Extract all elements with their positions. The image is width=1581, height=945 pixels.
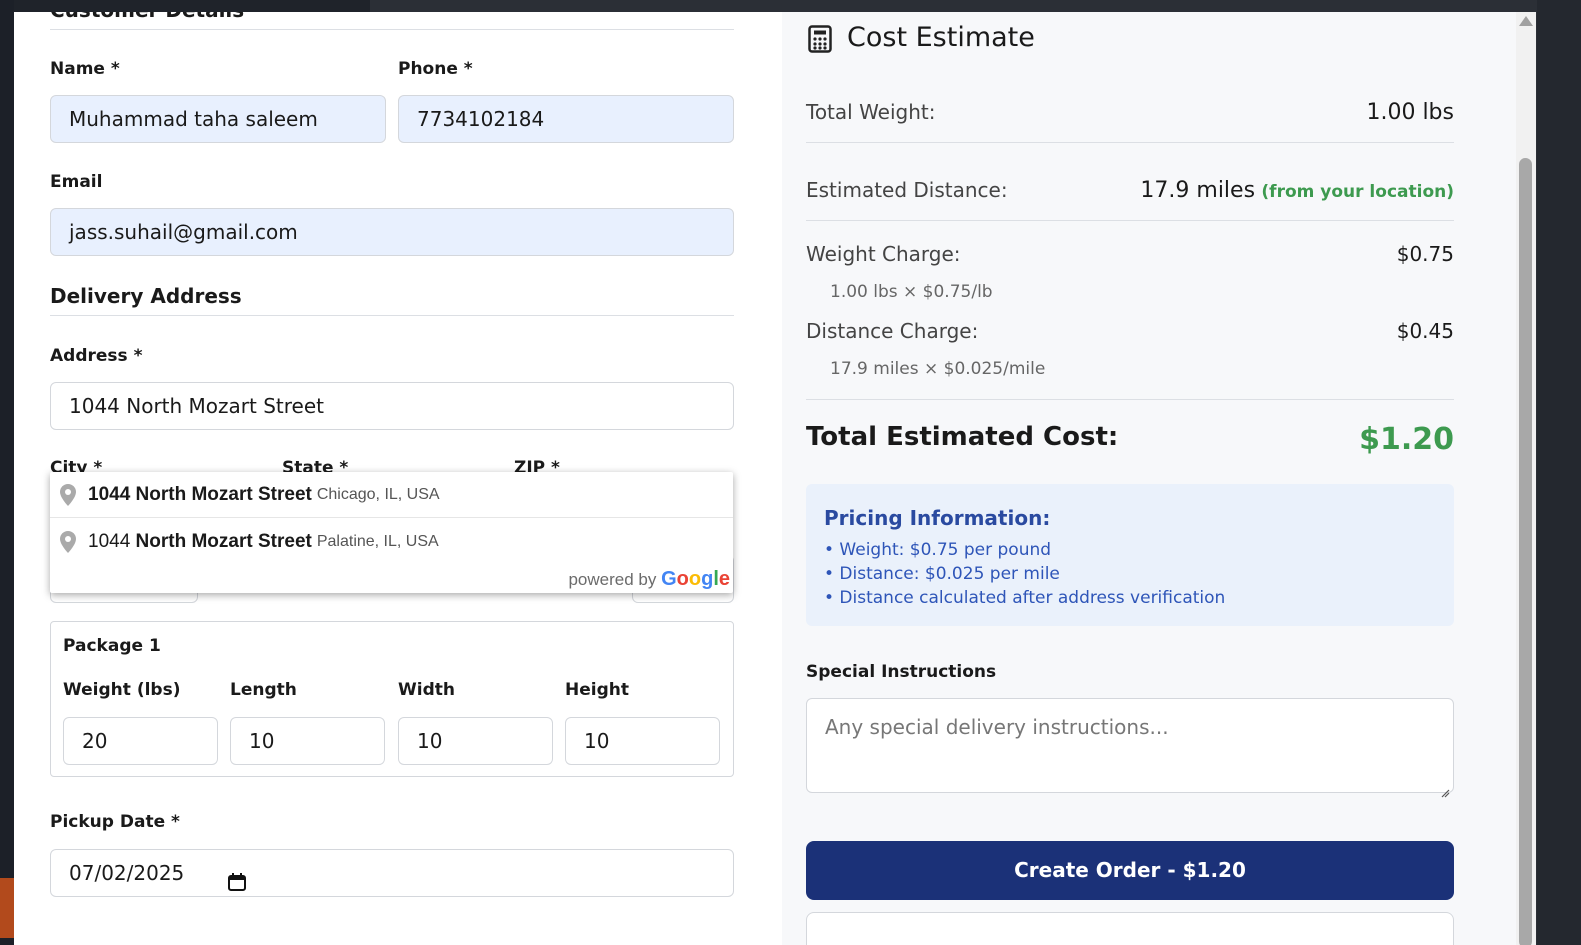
length-label: Length (230, 680, 297, 700)
special-instructions-textarea[interactable]: Any special delivery instructions... (806, 698, 1454, 798)
delivery-address-title: Delivery Address (50, 284, 242, 308)
divider (806, 142, 1454, 143)
distance-value: 17.9 miles (1140, 178, 1256, 203)
weight-charge-label: Weight Charge: (806, 242, 961, 266)
distance-charge-detail: 17.9 miles × $0.025/mile (830, 359, 1046, 379)
address-label: Address * (50, 346, 143, 366)
divider (50, 29, 734, 30)
weight-input[interactable]: 20 (63, 717, 218, 765)
distance-charge-value: $0.45 (1396, 319, 1454, 343)
pickup-date-value: 07/02/2025 (69, 861, 185, 885)
total-cost-row: Total Estimated Cost: $1.20 (806, 422, 1454, 462)
height-input[interactable]: 10 (565, 717, 720, 765)
address-field[interactable]: 1044 North Mozart Street (50, 382, 734, 430)
suggestion-secondary: Palatine, IL, USA (316, 533, 439, 550)
width-label: Width (398, 680, 455, 700)
background-header-strip (0, 0, 370, 12)
create-order-button[interactable]: Create Order - $1.20 (806, 841, 1454, 900)
name-label: Name * (50, 59, 120, 79)
pricing-info-line: • Weight: $0.75 per pound (824, 540, 1052, 560)
address-autocomplete-dropdown: 1044 North Mozart Street Chicago, IL, USA… (50, 472, 733, 593)
height-label: Height (565, 680, 629, 700)
google-logo: Google (661, 568, 730, 590)
pickup-date-label: Pickup Date * (50, 812, 180, 832)
phone-label: Phone * (398, 59, 473, 79)
pricing-info-line: • Distance calculated after address veri… (824, 588, 1226, 608)
suggestion-main: North Mozart Street (135, 531, 312, 552)
divider (806, 399, 1454, 400)
resize-handle-icon[interactable] (1440, 779, 1450, 798)
divider (50, 315, 734, 316)
distance-value-group: 17.9 miles (from your location) (1140, 178, 1454, 203)
package-card: Package 1 Weight (lbs) Length Width Heig… (50, 621, 734, 777)
pricing-info-line: • Distance: $0.025 per mile (824, 564, 1060, 584)
distance-note: (from your location) (1261, 182, 1454, 202)
width-input[interactable]: 10 (398, 717, 553, 765)
suggestion-prefix: 1044 (88, 531, 136, 552)
distance-row: Estimated Distance: 17.9 miles (from you… (806, 178, 1454, 208)
autocomplete-suggestion[interactable]: 1044 North Mozart Street Palatine, IL, US… (50, 519, 733, 565)
map-pin-icon (60, 484, 76, 512)
powered-by-google: powered by Google (568, 568, 730, 591)
background-sidebar-badge (0, 878, 14, 938)
suggestion-main: 1044 North Mozart Street (88, 483, 312, 505)
background-right-edge (1537, 0, 1581, 945)
weight-charge-value: $0.75 (1396, 242, 1454, 266)
package-title: Package 1 (63, 636, 161, 656)
total-weight-label: Total Weight: (806, 100, 936, 124)
total-weight-value: 1.00 lbs (1366, 100, 1454, 125)
scrollbar-thumb[interactable] (1519, 158, 1532, 945)
pricing-info-box: Pricing Information: • Weight: $0.75 per… (806, 484, 1454, 626)
scroll-up-arrow-icon[interactable] (1519, 16, 1533, 26)
phone-field[interactable]: 7734102184 (398, 95, 734, 143)
powered-by-text: powered by (568, 570, 657, 589)
pricing-info-title: Pricing Information: (824, 506, 1051, 530)
cost-estimate-title: Cost Estimate (847, 22, 1035, 53)
special-instructions-placeholder: Any special delivery instructions... (825, 715, 1169, 739)
length-input[interactable]: 10 (230, 717, 385, 765)
divider (806, 220, 1454, 221)
create-order-modal: Customer Details Name * Muhammad taha sa… (14, 12, 1536, 945)
cost-estimate-panel: Cost Estimate Total Weight: 1.00 lbs Est… (782, 12, 1518, 945)
special-instructions-label: Special Instructions (806, 662, 997, 682)
distance-charge-row: Distance Charge: $0.45 17.9 miles × $0.0… (806, 319, 1454, 379)
weight-charge-detail: 1.00 lbs × $0.75/lb (830, 282, 993, 302)
customer-details-title: Customer Details (50, 12, 244, 22)
cancel-button[interactable] (806, 912, 1454, 945)
distance-label: Estimated Distance: (806, 178, 1008, 202)
autocomplete-suggestion[interactable]: 1044 North Mozart Street Chicago, IL, USA (50, 472, 733, 518)
weight-charge-row: Weight Charge: $0.75 1.00 lbs × $0.75/lb (806, 242, 1454, 302)
total-cost-label: Total Estimated Cost: (806, 422, 1119, 452)
calculator-icon (808, 25, 832, 57)
background-sidebar (0, 0, 14, 945)
distance-charge-label: Distance Charge: (806, 319, 979, 343)
weight-label: Weight (lbs) (63, 680, 181, 700)
map-pin-icon (60, 531, 76, 559)
email-field[interactable]: jass.suhail@gmail.com (50, 208, 734, 256)
suggestion-secondary: Chicago, IL, USA (316, 485, 440, 503)
calendar-icon[interactable] (227, 862, 247, 891)
total-cost-value: $1.20 (1359, 422, 1454, 457)
pickup-date-field[interactable]: 07/02/2025 (50, 849, 734, 897)
total-weight-row: Total Weight: 1.00 lbs (806, 100, 1454, 130)
name-field[interactable]: Muhammad taha saleem (50, 95, 386, 143)
email-label: Email (50, 172, 103, 192)
